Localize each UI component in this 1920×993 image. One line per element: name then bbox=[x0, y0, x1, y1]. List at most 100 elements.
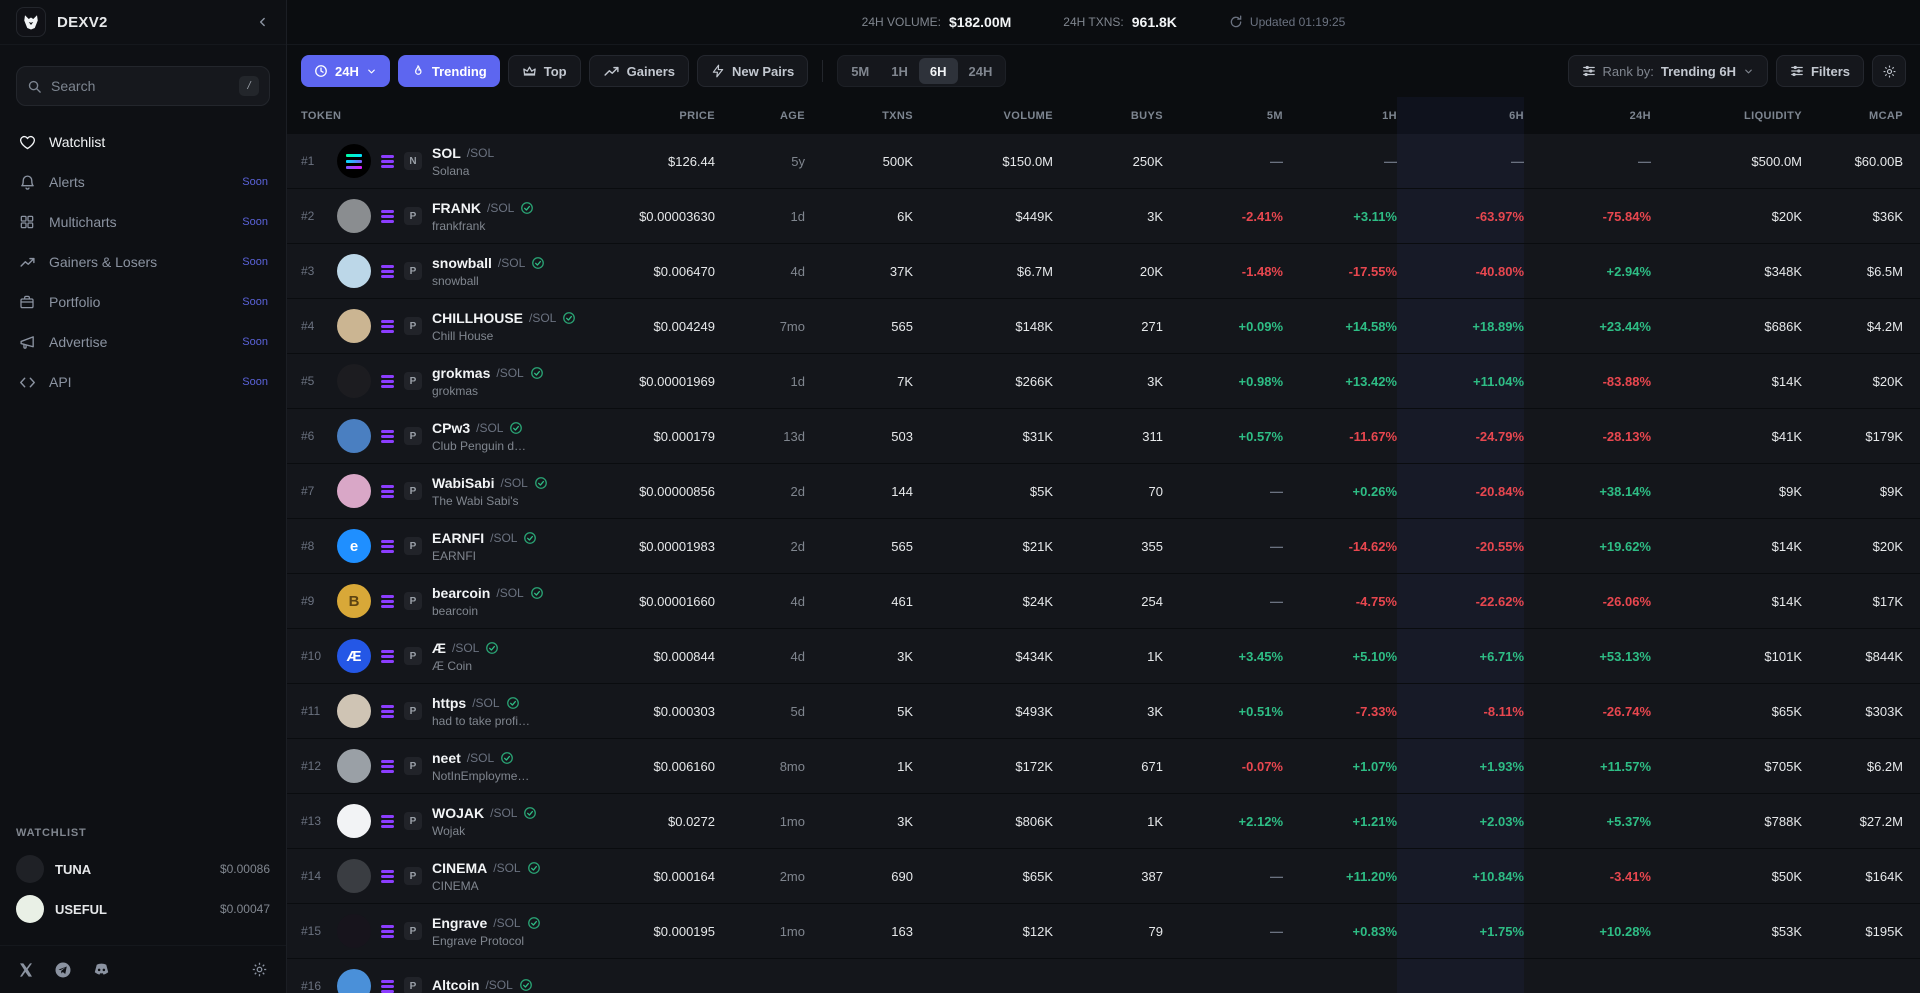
platform-bars-icon bbox=[381, 870, 394, 883]
column-header-price[interactable]: PRICE bbox=[593, 110, 715, 122]
sidebar-item-api[interactable]: API Soon bbox=[8, 362, 278, 402]
tab-new-pairs[interactable]: New Pairs bbox=[697, 55, 808, 87]
price-cell: $0.006470 bbox=[593, 264, 715, 279]
table-row[interactable]: #11 P https /SOL had to take profi… $0.0… bbox=[287, 684, 1920, 739]
change-1h-cell: -11.67% bbox=[1283, 429, 1397, 444]
change-24h-cell: -83.88% bbox=[1524, 374, 1651, 389]
age-cell: 1mo bbox=[715, 814, 805, 829]
tab-top[interactable]: Top bbox=[508, 55, 581, 87]
column-header-mcap[interactable]: MCAP bbox=[1802, 110, 1903, 122]
age-cell: 1d bbox=[715, 374, 805, 389]
txns-cell: 3K bbox=[805, 649, 913, 664]
column-header-24h[interactable]: 24H bbox=[1524, 110, 1651, 122]
column-header-liquidity[interactable]: LIQUIDITY bbox=[1651, 110, 1802, 122]
table-row[interactable]: #7 P WabiSabi /SOL The Wabi Sabi's $0.00… bbox=[287, 464, 1920, 519]
filter-toolbar: 24H TrendingTopGainersNew Pairs 5M1H6H24… bbox=[287, 45, 1920, 97]
column-header-txns[interactable]: TXNS bbox=[805, 110, 913, 122]
verified-check-icon bbox=[506, 696, 520, 710]
watchlist-token-row[interactable]: TUNA $0.00086 bbox=[16, 849, 270, 889]
token-name: CINEMA bbox=[432, 879, 541, 893]
column-header-buys[interactable]: BUYS bbox=[1053, 110, 1163, 122]
table-row[interactable]: #15 P Engrave /SOL Engrave Protocol $0.0… bbox=[287, 904, 1920, 959]
age-cell: 13d bbox=[715, 429, 805, 444]
column-header-volume[interactable]: VOLUME bbox=[913, 110, 1053, 122]
token-symbol: CINEMA bbox=[432, 860, 487, 876]
token-symbol: https bbox=[432, 695, 466, 711]
tab-gainers[interactable]: Gainers bbox=[589, 55, 689, 87]
table-row[interactable]: #16 P Altcoin /SOL bbox=[287, 959, 1920, 993]
timeframe-6h[interactable]: 6H bbox=[919, 58, 958, 84]
tab-trending[interactable]: Trending bbox=[398, 55, 500, 87]
column-header-token[interactable]: TOKEN bbox=[301, 110, 593, 122]
table-row[interactable]: #3 P snowball /SOL snowball $0.006470 4d… bbox=[287, 244, 1920, 299]
change-5m-cell: +0.09% bbox=[1163, 319, 1283, 334]
discord-icon[interactable] bbox=[92, 960, 111, 979]
volume-cell: $434K bbox=[913, 649, 1053, 664]
heart-icon bbox=[18, 134, 36, 151]
timeframe-24h[interactable]: 24H bbox=[958, 58, 1004, 84]
change-5m-cell: — bbox=[1163, 869, 1283, 884]
table-row[interactable]: #8 e P EARNFI /SOL EARNFI $0.00001983 2d… bbox=[287, 519, 1920, 574]
search-icon bbox=[27, 79, 42, 94]
timeframe-1h[interactable]: 1H bbox=[880, 58, 919, 84]
watchlist-title: WATCHLIST bbox=[16, 827, 270, 839]
table-row[interactable]: #13 P WOJAK /SOL Wojak $0.0272 1mo 3K $8… bbox=[287, 794, 1920, 849]
rank-by-dropdown[interactable]: Rank by: Trending 6H bbox=[1568, 55, 1768, 87]
table-row[interactable]: #14 P CINEMA /SOL CINEMA $0.000164 2mo 6… bbox=[287, 849, 1920, 904]
table-row[interactable]: #9 B P bearcoin /SOL bearcoin $0.0000166… bbox=[287, 574, 1920, 629]
search-input[interactable] bbox=[51, 78, 230, 94]
change-6h-cell: +18.89% bbox=[1397, 299, 1524, 353]
sidebar-settings-gear-icon[interactable] bbox=[251, 961, 268, 978]
column-header-age[interactable]: AGE bbox=[715, 110, 805, 122]
token-cell: #11 P https /SOL had to take profi… bbox=[301, 684, 593, 738]
token-cell: #10 Æ P Æ /SOL Æ Coin bbox=[301, 629, 593, 683]
token-symbol: Engrave bbox=[432, 915, 487, 931]
token-name: Chill House bbox=[432, 329, 576, 343]
sidebar-item-portfolio[interactable]: Portfolio Soon bbox=[8, 282, 278, 322]
token-pair: /SOL bbox=[490, 531, 517, 545]
token-avatar: e bbox=[337, 529, 371, 563]
soon-badge: Soon bbox=[242, 336, 268, 348]
filters-button[interactable]: Filters bbox=[1776, 55, 1864, 87]
token-rank: #8 bbox=[301, 539, 327, 553]
sidebar-item-advertise[interactable]: Advertise Soon bbox=[8, 322, 278, 362]
token-pair: /SOL bbox=[467, 146, 494, 160]
column-header-1h[interactable]: 1H bbox=[1283, 110, 1397, 122]
timeframe-5m[interactable]: 5M bbox=[840, 58, 880, 84]
price-cell: $0.000195 bbox=[593, 924, 715, 939]
txns-cell: 37K bbox=[805, 264, 913, 279]
search-box[interactable]: / bbox=[16, 66, 270, 106]
token-cell: #4 P CHILLHOUSE /SOL Chill House bbox=[301, 299, 593, 353]
mcap-cell: $4.2M bbox=[1802, 319, 1903, 334]
refresh-icon[interactable] bbox=[1229, 15, 1243, 29]
telegram-icon[interactable] bbox=[54, 961, 72, 979]
launchpad-badge: P bbox=[404, 372, 422, 390]
change-6h-cell: +2.03% bbox=[1397, 794, 1524, 848]
table-row[interactable]: #12 P neet /SOL NotInEmployme… $0.006160… bbox=[287, 739, 1920, 794]
x-twitter-icon[interactable] bbox=[18, 962, 34, 978]
platform-bars-icon bbox=[381, 980, 394, 993]
sidebar-collapse-button[interactable] bbox=[256, 15, 270, 29]
sidebar-item-gainers-losers[interactable]: Gainers & Losers Soon bbox=[8, 242, 278, 282]
change-6h-cell: -24.79% bbox=[1397, 409, 1524, 463]
table-row[interactable]: #5 P grokmas /SOL grokmas $0.00001969 1d… bbox=[287, 354, 1920, 409]
watchlist-token-row[interactable]: USEFUL $0.00047 bbox=[16, 889, 270, 929]
table-row[interactable]: #10 Æ P Æ /SOL Æ Coin $0.000844 4d 3K $4… bbox=[287, 629, 1920, 684]
column-header-6h[interactable]: 6H bbox=[1397, 97, 1524, 134]
mcap-cell: $9K bbox=[1802, 484, 1903, 499]
sidebar-item-watchlist[interactable]: Watchlist bbox=[8, 122, 278, 162]
timeframe-dropdown-button[interactable]: 24H bbox=[301, 55, 390, 87]
txns-cell: 6K bbox=[805, 209, 913, 224]
table-row[interactable]: #2 P FRANK /SOL frankfrank $0.00003630 1… bbox=[287, 189, 1920, 244]
mcap-cell: $17K bbox=[1802, 594, 1903, 609]
token-avatar bbox=[337, 694, 371, 728]
table-settings-gear-button[interactable] bbox=[1872, 55, 1906, 87]
sidebar-item-multicharts[interactable]: Multicharts Soon bbox=[8, 202, 278, 242]
token-avatar bbox=[337, 474, 371, 508]
table-row[interactable]: #6 P CPw3 /SOL Club Penguin d… $0.000179… bbox=[287, 409, 1920, 464]
token-pair: /SOL bbox=[498, 256, 525, 270]
column-header-5m[interactable]: 5M bbox=[1163, 110, 1283, 122]
table-row[interactable]: #1 N SOL /SOL Solana $126.44 5y 500K $15… bbox=[287, 134, 1920, 189]
table-row[interactable]: #4 P CHILLHOUSE /SOL Chill House $0.0042… bbox=[287, 299, 1920, 354]
sidebar-item-alerts[interactable]: Alerts Soon bbox=[8, 162, 278, 202]
